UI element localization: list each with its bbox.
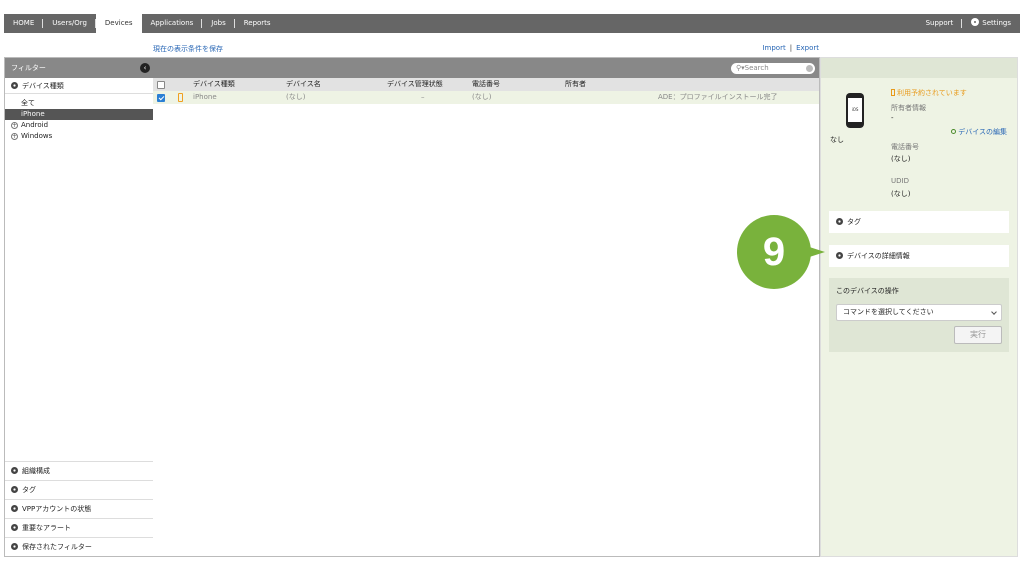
reserved-status: 利用予約されています: [891, 88, 967, 98]
import-export: Import | Export: [762, 44, 819, 52]
section-saved-filters[interactable]: 保存されたフィルター: [5, 537, 153, 556]
nav-support[interactable]: Support: [917, 14, 963, 33]
section-alerts[interactable]: 重要なアラート: [5, 518, 153, 537]
nav-right: Support Settings: [917, 14, 1020, 33]
type-item-android[interactable]: + Android: [5, 120, 153, 131]
col-owner[interactable]: 所有者: [565, 78, 586, 91]
edit-icon: [951, 129, 957, 134]
chevron-down-icon: [11, 467, 18, 474]
search-icon: ⚲▾: [736, 64, 745, 72]
save-view-link[interactable]: 現在の表示条件を保存: [153, 44, 223, 54]
device-type-section[interactable]: デバイス種類: [5, 78, 153, 94]
expand-icon[interactable]: +: [11, 133, 18, 140]
nav-users-org[interactable]: Users/Org: [43, 14, 96, 33]
clear-icon[interactable]: [806, 65, 813, 72]
nav-applications[interactable]: Applications: [142, 14, 203, 33]
filter-bottom-sections: 組織構成 タグ VPPアカウントの状態 重要なアラート 保存されたフィルター: [5, 461, 153, 556]
row-checkbox[interactable]: [157, 94, 165, 102]
command-select[interactable]: コマンドを選択してください: [836, 304, 1002, 321]
chevron-down-icon: [11, 543, 18, 550]
import-link[interactable]: Import: [762, 44, 785, 52]
step-number: 9: [762, 230, 786, 274]
edit-label: デバイスの編集: [958, 128, 1007, 136]
col-device-name[interactable]: デバイス名: [286, 78, 321, 91]
nav-settings[interactable]: Settings: [962, 14, 1020, 33]
chevron-down-icon: [11, 505, 18, 512]
iphone-device-icon: [846, 93, 864, 128]
export-link[interactable]: Export: [796, 44, 819, 52]
cell-note: ADE：プロファイルインストール完了: [658, 93, 778, 101]
phone-icon: [891, 89, 895, 96]
detail-label: デバイスの詳細情報: [847, 252, 910, 260]
settings-label: Settings: [982, 19, 1011, 27]
nav-home[interactable]: HOME: [4, 14, 44, 33]
table-row[interactable]: iPhone (なし) – (なし) ADE：プロファイルインストール完了: [153, 91, 819, 104]
detail-header: [821, 58, 1017, 78]
tag-section[interactable]: タグ: [829, 211, 1009, 233]
type-label: Windows: [21, 132, 53, 140]
edit-device-link[interactable]: デバイスの編集: [951, 127, 1007, 137]
phone-label: 電話番号: [891, 143, 919, 151]
device-type-list: 全て iPhone + Android + Windows: [5, 94, 153, 142]
section-label: 組織構成: [22, 467, 50, 475]
phone-value: (なし): [891, 155, 911, 163]
device-table-panel: ⚲▾Search デバイス種類 デバイス名 デバイス管理状態 電話番号 所有者 …: [153, 57, 820, 557]
filter-title: フィルター: [11, 64, 46, 72]
table-header: デバイス種類 デバイス名 デバイス管理状態 電話番号 所有者: [153, 78, 819, 91]
command-select-value: コマンドを選択してください: [843, 308, 934, 316]
section-org[interactable]: 組織構成: [5, 461, 153, 480]
chevron-down-icon: [836, 218, 843, 225]
search-placeholder: Search: [744, 64, 769, 72]
gear-icon: [971, 18, 980, 26]
type-item-iphone[interactable]: iPhone: [5, 109, 153, 120]
reserved-text: 利用予約されています: [897, 89, 967, 97]
cell-phone: (なし): [472, 93, 492, 101]
section-label: 保存されたフィルター: [22, 543, 92, 551]
select-all-checkbox[interactable]: [157, 81, 165, 89]
udid-label: UDID: [891, 177, 909, 185]
device-type-label: デバイス種類: [22, 82, 64, 90]
udid-value: (なし): [891, 190, 911, 198]
section-label: 重要なアラート: [22, 524, 71, 532]
cell-name: (なし): [286, 93, 306, 101]
device-detail-panel: なし 利用予約されています 所有者情報 - デバイスの編集 電話番号 (なし) …: [820, 57, 1018, 557]
chevron-down-icon: [11, 524, 18, 531]
device-operations: このデバイスの操作 コマンドを選択してください 実行: [829, 278, 1009, 352]
type-item-windows[interactable]: + Windows: [5, 131, 153, 142]
chevron-down-icon: [11, 486, 18, 493]
top-nav: HOME Users/Org Devices Applications Jobs…: [4, 14, 1020, 33]
run-button[interactable]: 実行: [954, 326, 1002, 344]
table-toolbar: ⚲▾Search: [153, 58, 819, 78]
type-label: Android: [21, 121, 49, 129]
owner-value: -: [891, 114, 894, 122]
search-input[interactable]: ⚲▾Search: [731, 63, 815, 74]
cell-type: iPhone: [193, 93, 217, 101]
iphone-icon: [178, 93, 183, 102]
cell-status: –: [421, 93, 425, 101]
collapse-icon[interactable]: ‹: [140, 63, 150, 73]
expand-icon[interactable]: +: [11, 122, 18, 129]
chevron-up-icon: [11, 82, 18, 89]
filter-header: フィルター ‹: [5, 58, 153, 78]
col-management-status[interactable]: デバイス管理状態: [387, 78, 443, 91]
chevron-down-icon: [836, 252, 843, 259]
section-label: タグ: [22, 486, 36, 494]
filter-panel: フィルター ‹ デバイス種類 全て iPhone + Android + Windo…: [4, 57, 154, 557]
ops-title: このデバイスの操作: [836, 287, 899, 295]
section-tag[interactable]: タグ: [5, 480, 153, 499]
device-detail-section[interactable]: デバイスの詳細情報: [829, 245, 1009, 267]
nav-reports[interactable]: Reports: [235, 14, 280, 33]
col-device-type[interactable]: デバイス種類: [193, 78, 235, 91]
nav-jobs[interactable]: Jobs: [202, 14, 236, 33]
nav-devices[interactable]: Devices: [95, 14, 142, 33]
section-vpp[interactable]: VPPアカウントの状態: [5, 499, 153, 518]
type-item-all[interactable]: 全て: [5, 98, 153, 109]
device-name-value: なし: [830, 136, 844, 144]
separator: |: [789, 44, 793, 52]
col-phone[interactable]: 電話番号: [472, 78, 500, 91]
section-label: VPPアカウントの状態: [22, 505, 92, 513]
tag-label: タグ: [847, 218, 861, 226]
owner-label: 所有者情報: [891, 104, 926, 112]
chevron-down-icon: [991, 309, 997, 315]
